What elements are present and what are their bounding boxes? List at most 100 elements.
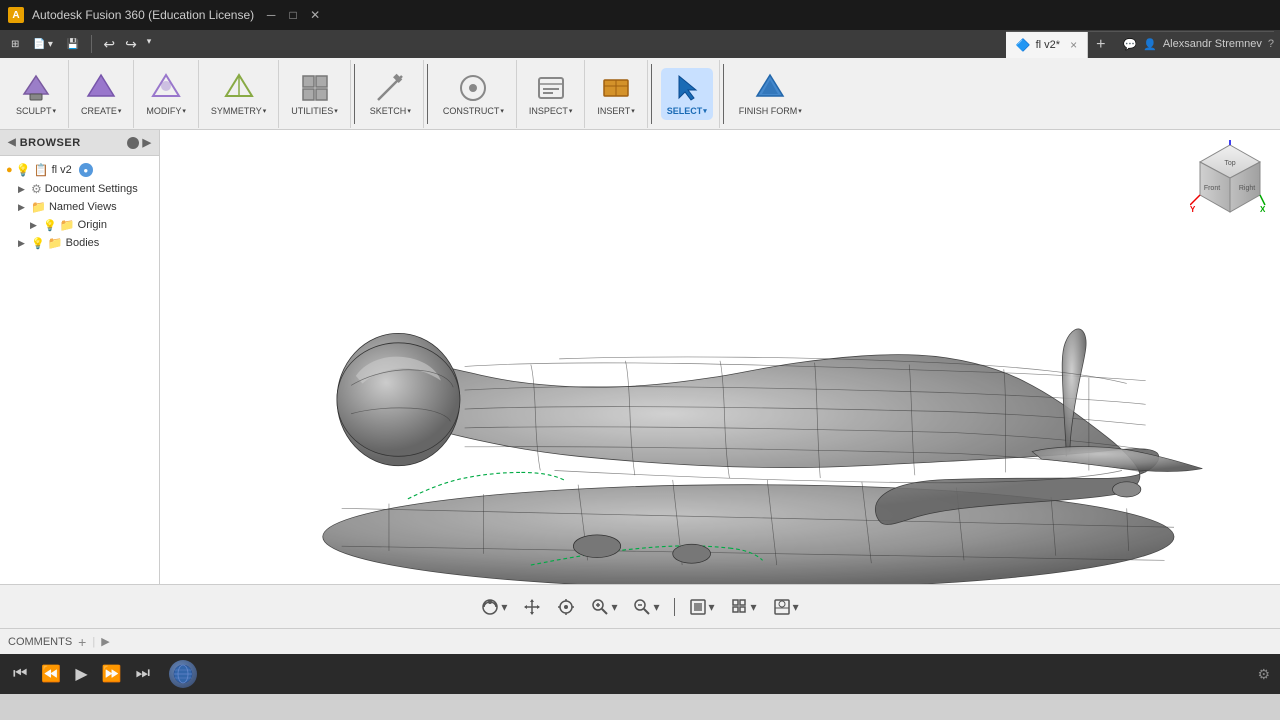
notification-button[interactable]: 💬 [1123, 38, 1137, 51]
modify-button[interactable]: MODIFY ▾ [140, 68, 192, 120]
sculpt-label: SCULPT ▾ [16, 106, 56, 116]
zoom-arrow: ▾ [611, 600, 617, 614]
insert-button[interactable]: INSERT ▾ [591, 68, 640, 120]
undo-redo-group: ↩ ↪ ▾ [99, 34, 155, 55]
display-arrow: ▾ [709, 600, 715, 614]
browser-expand-button[interactable]: ▶ [143, 136, 151, 149]
utilities-button[interactable]: UTILITIES ▾ [285, 68, 344, 120]
inspect-label: INSPECT ▾ [529, 106, 573, 116]
tree-item-root[interactable]: ● 💡 📋 fl v2 ● [0, 160, 159, 180]
app-menu-button[interactable]: ⊞ [6, 37, 24, 52]
display-mode-icon [689, 598, 707, 616]
toolbar-divider-3 [651, 64, 652, 124]
comments-expand-button[interactable]: ▶ [101, 635, 109, 648]
look-at-icon [557, 598, 575, 616]
grid-button[interactable]: ▾ [726, 595, 762, 619]
orbit-button[interactable]: ▾ [476, 595, 512, 619]
settings-icon: ⚙ [31, 182, 42, 196]
light-icon-bodies: 💡 [31, 237, 45, 250]
tree-arrow-doc-settings: ▶ [18, 184, 28, 195]
origin-label: Origin [78, 219, 107, 231]
zoom-out-arrow: ▾ [653, 600, 659, 614]
new-tab-button[interactable]: + [1088, 36, 1113, 54]
tree-item-origin[interactable]: ▶ 💡 📁 Origin [0, 216, 159, 234]
tree-root-label: fl v2 [52, 164, 72, 176]
file-menu-button[interactable]: 📄▾ [28, 37, 57, 52]
comments-label: COMMENTS [8, 636, 72, 648]
close-button[interactable]: ✕ [306, 6, 324, 24]
look-at-button[interactable] [552, 593, 580, 621]
svg-text:Front: Front [1204, 185, 1220, 192]
sculpt-workspace-button[interactable]: SCULPT ▾ [10, 68, 62, 120]
help-button[interactable]: ? [1268, 38, 1274, 51]
finish-form-button[interactable]: FINISH FORM ▾ [733, 68, 808, 120]
toolbar-divider-2 [427, 64, 428, 124]
tree-item-named-views[interactable]: ▶ 📁 Named Views [0, 198, 159, 216]
display-mode-button[interactable]: ▾ [684, 595, 720, 619]
skip-start-button[interactable]: ⏮ [10, 662, 30, 686]
redo-button[interactable]: ↪ [121, 34, 141, 55]
save-button[interactable]: 💾 [62, 37, 84, 52]
add-comment-button[interactable]: + [78, 634, 86, 650]
modify-icon [150, 72, 182, 104]
tab-close-button[interactable]: × [1070, 38, 1077, 52]
maximize-button[interactable]: □ [284, 6, 302, 24]
tree-item-bodies[interactable]: ▶ 💡 📁 Bodies [0, 234, 159, 252]
sketch-icon [374, 72, 406, 104]
zoom-out-button[interactable]: ▾ [628, 595, 664, 619]
bottom-toolbar: ▾ [0, 584, 1280, 628]
header-actions: 💬 👤 Alexsandr Stremnev ? [1123, 38, 1274, 51]
sculpt-workspace: SCULPT ▾ [4, 60, 69, 128]
settings-button[interactable]: ⚙ [1257, 666, 1270, 683]
undo-button[interactable]: ↩ [99, 34, 119, 55]
select-button[interactable]: SELECT ▾ [661, 68, 713, 120]
viewport[interactable]: Top Right Front Y X Z [160, 130, 1280, 584]
file-tab[interactable]: 🔷 fl v2* × [1006, 32, 1088, 58]
zoom-button[interactable]: ▾ [586, 595, 622, 619]
symmetry-label: SYMMETRY ▾ [211, 106, 266, 116]
browser-options-button[interactable] [127, 137, 139, 149]
title-bar: A Autodesk Fusion 360 (Education License… [0, 0, 1280, 30]
tree-area: ● 💡 📋 fl v2 ● ▶ ⚙ Document Settings ▶ 📁 … [0, 156, 159, 584]
symmetry-group: SYMMETRY ▾ [199, 60, 279, 128]
finish-form-icon [754, 72, 786, 104]
inspect-button[interactable]: INSPECT ▾ [523, 68, 579, 120]
pan-button[interactable] [518, 593, 546, 621]
tree-item-doc-settings[interactable]: ▶ ⚙ Document Settings [0, 180, 159, 198]
named-views-label: Named Views [49, 201, 117, 213]
account-button[interactable]: 👤 [1143, 38, 1157, 51]
content-area: ◀ BROWSER ▶ ● 💡 📋 fl v2 ● ▶ ⚙ Document S… [0, 130, 1280, 584]
sketch-label: SKETCH ▾ [370, 106, 411, 116]
browser-header: ◀ BROWSER ▶ [0, 130, 159, 156]
play-button[interactable]: ▶ [72, 661, 90, 687]
insert-icon [600, 72, 632, 104]
symmetry-button[interactable]: SYMMETRY ▾ [205, 68, 272, 120]
tab-bar: 🔷 fl v2* × + 💬 👤 Alexsandr Stremnev ? [1006, 31, 1274, 57]
toolbar-top: ⊞ 📄▾ 💾 ↩ ↪ ▾ 🔷 fl v2* × + 💬 👤 Alexsandr … [0, 30, 1280, 58]
app-icon: A [8, 7, 24, 23]
sketch-button[interactable]: SKETCH ▾ [364, 68, 417, 120]
undo-history-button[interactable]: ▾ [143, 34, 156, 55]
fast-forward-button[interactable]: ⏩ [99, 661, 125, 687]
folder-icon-named-views: 📁 [31, 200, 46, 214]
utilities-icon [299, 72, 331, 104]
viewcube[interactable]: Top Right Front Y X Z [1190, 140, 1270, 220]
create-button[interactable]: CREATE ▾ [75, 68, 127, 120]
rewind-button[interactable]: ⏪ [38, 661, 64, 687]
skip-end-button[interactable]: ⏭ [133, 662, 153, 686]
environment-arrow: ▾ [793, 600, 799, 614]
grid-icon [731, 598, 749, 616]
environment-button[interactable]: ▾ [768, 595, 804, 619]
grid-arrow: ▾ [751, 600, 757, 614]
select-icon [671, 72, 703, 104]
tree-arrow-origin: ▶ [30, 220, 40, 231]
cloud-globe-button[interactable] [169, 660, 197, 688]
sketch-group: SKETCH ▾ [358, 60, 424, 128]
minimize-button[interactable]: ─ [262, 6, 280, 24]
toolbar-sep-5 [674, 598, 675, 616]
user-name: Alexsandr Stremnev [1163, 38, 1262, 51]
select-group: SELECT ▾ [655, 60, 720, 128]
browser-collapse-button[interactable]: ◀ [8, 137, 16, 148]
construct-button[interactable]: CONSTRUCT ▾ [437, 68, 510, 120]
svg-text:Top: Top [1224, 160, 1235, 167]
